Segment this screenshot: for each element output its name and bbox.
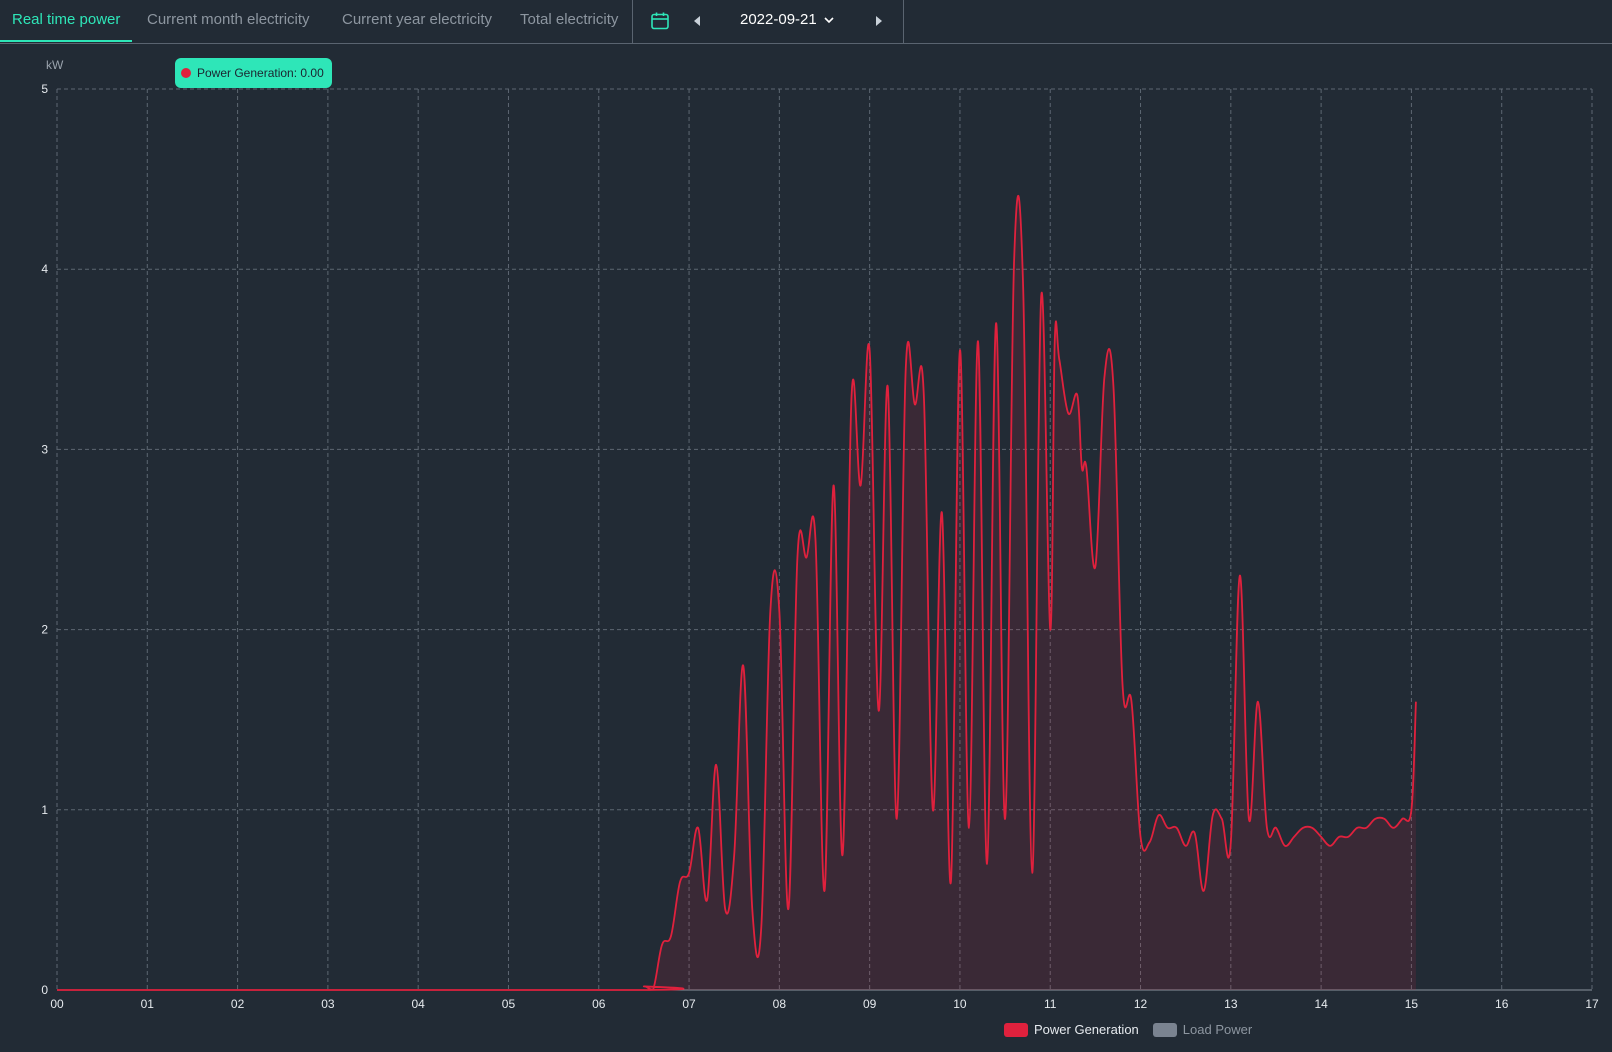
y-tick-label: 0	[41, 983, 48, 997]
legend-label: Power Generation	[1034, 1022, 1139, 1037]
legend-item-power-generation[interactable]: Power Generation	[1004, 1022, 1139, 1037]
x-tick-label: 11	[1044, 997, 1057, 1011]
x-tick-label: 06	[592, 997, 606, 1011]
x-tick-label: 13	[1224, 997, 1238, 1011]
chart-legend: Power Generation Load Power	[1004, 1022, 1266, 1037]
x-tick-label: 08	[773, 997, 787, 1011]
y-axis-ticks: 0 1 2 3 4 5	[41, 82, 48, 997]
x-tick-label: 00	[50, 997, 64, 1011]
legend-item-load-power[interactable]: Load Power	[1152, 1022, 1253, 1037]
legend-label: Load Power	[1182, 1022, 1253, 1037]
legend-swatch	[1152, 1022, 1177, 1037]
y-tick-label: 1	[41, 803, 48, 817]
y-tick-label: 4	[41, 262, 48, 276]
x-tick-label: 07	[682, 997, 696, 1011]
x-tick-label: 03	[321, 997, 335, 1011]
power-generation-area	[57, 195, 1416, 990]
y-tick-label: 5	[41, 82, 48, 96]
x-tick-label: 09	[863, 997, 877, 1011]
x-tick-label: 12	[1134, 997, 1148, 1011]
x-tick-label: 10	[953, 997, 967, 1011]
legend-swatch	[1004, 1022, 1028, 1037]
x-tick-label: 14	[1314, 997, 1328, 1011]
x-tick-label: 04	[411, 997, 425, 1011]
series-marker-dot	[181, 68, 191, 78]
power-chart: 012345 00 01 02 03 04 05 06 07 08 09 10 11 12 13 14 15 1…	[41, 82, 1599, 1011]
x-tick-label: 01	[141, 997, 155, 1011]
x-tick-label: 15	[1405, 997, 1419, 1011]
x-tick-label: 16	[1495, 997, 1509, 1011]
x-tick-label: 17	[1585, 997, 1599, 1011]
tooltip-text: Power Generation: 0.00	[197, 66, 324, 80]
y-tick-label: 2	[41, 623, 48, 637]
y-tick-label: 3	[41, 442, 48, 456]
x-tick-label: 05	[502, 997, 516, 1011]
chart-tooltip: Power Generation: 0.00	[175, 58, 332, 88]
x-axis-ticks: 00 01 02 03 04 05 06 07 08 09 10 11 12 13 14 15 16 17	[50, 997, 1599, 1011]
x-tick-label: 02	[231, 997, 245, 1011]
